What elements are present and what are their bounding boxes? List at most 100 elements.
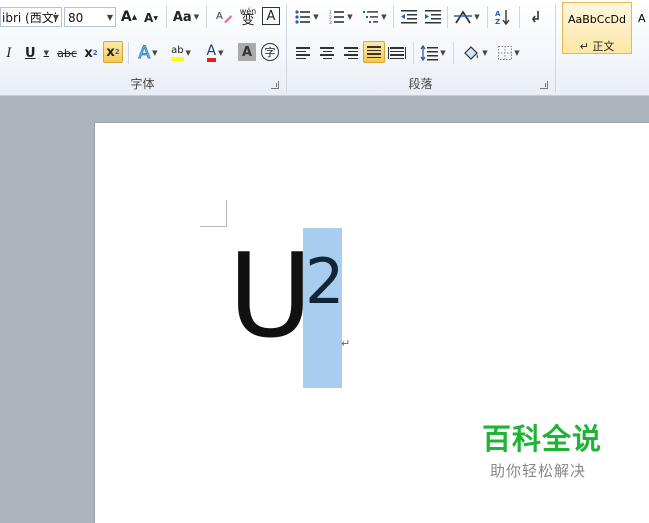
base-character[interactable]: U xyxy=(228,232,313,362)
paragraph-mark-icon xyxy=(532,11,539,23)
line-spacing-button[interactable]: ▼ xyxy=(419,42,447,64)
multilevel-list-button[interactable]: ▼ xyxy=(361,6,389,28)
paragraph-group: ▼ 1 2 3 ▼ ▼ ▼ A Z ▼ ▼ ▼ 段落 xyxy=(287,0,554,95)
paragraph-group-label: 段落 xyxy=(408,77,433,91)
superscript-button[interactable]: x2 xyxy=(103,41,123,63)
shrink-font-icon: A xyxy=(144,11,154,25)
subscript-icon: x xyxy=(84,45,93,61)
underline-button[interactable]: U ▼ xyxy=(22,42,52,64)
multilevel-list-icon xyxy=(363,11,379,23)
superscript-icon: x xyxy=(106,44,115,60)
justify-icon xyxy=(367,46,381,58)
bullets-icon xyxy=(295,10,311,24)
paragraph-dialog-launcher-icon[interactable] xyxy=(540,81,548,89)
watermark-subtitle: 助你轻松解决 xyxy=(490,462,587,480)
highlight-icon: ab xyxy=(171,45,184,61)
align-center-button[interactable] xyxy=(317,42,337,64)
italic-icon: I xyxy=(6,45,12,61)
chinese-layout-icon xyxy=(454,10,473,24)
decrease-indent-icon xyxy=(401,10,417,24)
show-marks-button[interactable] xyxy=(527,6,547,28)
distributed-icon xyxy=(388,47,406,59)
italic-button[interactable]: I xyxy=(2,42,16,64)
grow-font-icon: A xyxy=(120,9,132,25)
paragraph-mark: ↵ xyxy=(341,337,351,350)
increase-indent-icon xyxy=(425,10,441,24)
chevron-down-icon: ▼ xyxy=(106,13,113,22)
numbering-icon: 1 2 3 xyxy=(329,10,345,24)
char-border-icon: A xyxy=(266,8,276,24)
grow-font-button[interactable]: A ▲ xyxy=(120,6,138,28)
distributed-button[interactable] xyxy=(387,42,407,64)
align-right-icon xyxy=(344,47,358,59)
separator xyxy=(453,42,454,64)
phonetic-guide-button[interactable]: wén 变 xyxy=(238,5,258,27)
watermark: 百科全说 助你轻松解决 xyxy=(482,416,602,481)
font-size-combobox[interactable]: 80 ▼ xyxy=(64,7,116,27)
group-separator xyxy=(555,4,556,92)
style-next-card[interactable]: A xyxy=(638,12,646,25)
superscript-character[interactable]: 2 xyxy=(305,246,344,318)
font-color-button[interactable]: A ▼ xyxy=(200,42,230,64)
font-size-value: 80 xyxy=(68,11,84,25)
subscript-button[interactable]: x2 xyxy=(82,42,100,64)
style-normal-card[interactable]: AaBbCcDd ↵ 正文 xyxy=(562,2,632,54)
clear-format-button[interactable]: A xyxy=(214,6,234,28)
align-right-button[interactable] xyxy=(341,42,361,64)
separator xyxy=(413,42,414,64)
font-group-label: 字体 xyxy=(130,77,155,91)
borders-icon xyxy=(498,46,513,60)
decrease-indent-button[interactable] xyxy=(399,6,419,28)
enclose-char-icon: 字 xyxy=(264,46,276,59)
watermark-title: 百科全说 xyxy=(482,422,603,456)
separator xyxy=(166,6,167,28)
chevron-down-icon: ▼ xyxy=(52,13,59,22)
separator xyxy=(206,6,207,28)
font-name-combobox[interactable]: ibri (西文i ▼ xyxy=(0,7,62,27)
strikethrough-button[interactable]: abc xyxy=(56,42,78,64)
increase-indent-button[interactable] xyxy=(423,6,443,28)
clear-format-icon: A xyxy=(216,11,232,23)
align-center-icon xyxy=(320,47,334,59)
char-shading-icon: A xyxy=(241,44,253,60)
shrink-font-button[interactable]: A ▼ xyxy=(142,7,160,29)
separator xyxy=(393,6,394,28)
enclose-char-button[interactable]: 字 xyxy=(261,43,279,61)
char-shading-button[interactable]: A xyxy=(238,43,256,61)
font-group: ibri (西文i ▼ 80 ▼ A ▲ A ▼ Aa ▼ A wén 变 A … xyxy=(0,0,285,95)
style-name: ↵ 正文 xyxy=(579,40,615,53)
paint-bucket-icon xyxy=(464,46,479,60)
highlight-button[interactable]: ab ▼ xyxy=(166,42,196,64)
phonetic-char: 变 xyxy=(241,13,255,28)
font-dialog-launcher-icon[interactable] xyxy=(271,81,279,89)
style-sample-text: AaBbCcDd xyxy=(568,13,626,26)
bullets-button[interactable]: ▼ xyxy=(293,6,321,28)
font-name-value: ibri (西文i xyxy=(2,11,58,25)
align-left-button[interactable] xyxy=(293,42,313,64)
change-case-icon: Aa xyxy=(172,9,192,25)
text-effects-icon: A xyxy=(138,43,151,64)
svg-text:A: A xyxy=(216,11,223,22)
separator xyxy=(519,6,520,28)
line-spacing-icon xyxy=(420,45,439,61)
margin-corner-mark xyxy=(200,200,227,227)
strikethrough-icon: abc xyxy=(57,46,77,60)
sort-button[interactable]: A Z xyxy=(493,6,513,28)
numbering-button[interactable]: 1 2 3 ▼ xyxy=(327,6,355,28)
ribbon: ibri (西文i ▼ 80 ▼ A ▲ A ▼ Aa ▼ A wén 变 A … xyxy=(0,0,649,96)
change-case-button[interactable]: Aa ▼ xyxy=(172,6,200,28)
shading-button[interactable]: ▼ xyxy=(461,42,489,64)
underline-icon: U xyxy=(25,45,36,61)
separator xyxy=(128,42,129,64)
align-left-icon xyxy=(296,47,310,59)
char-border-button[interactable]: A xyxy=(262,7,280,25)
sort-icon: A Z xyxy=(495,10,510,25)
chinese-layout-button[interactable]: ▼ xyxy=(453,6,481,28)
svg-text:3: 3 xyxy=(329,20,332,24)
font-color-icon: A xyxy=(206,44,217,62)
text-effects-button[interactable]: A ▼ xyxy=(134,42,162,64)
separator xyxy=(447,6,448,28)
justify-button[interactable] xyxy=(363,41,385,63)
borders-button[interactable]: ▼ xyxy=(495,42,523,64)
svg-text:A: A xyxy=(495,10,501,18)
